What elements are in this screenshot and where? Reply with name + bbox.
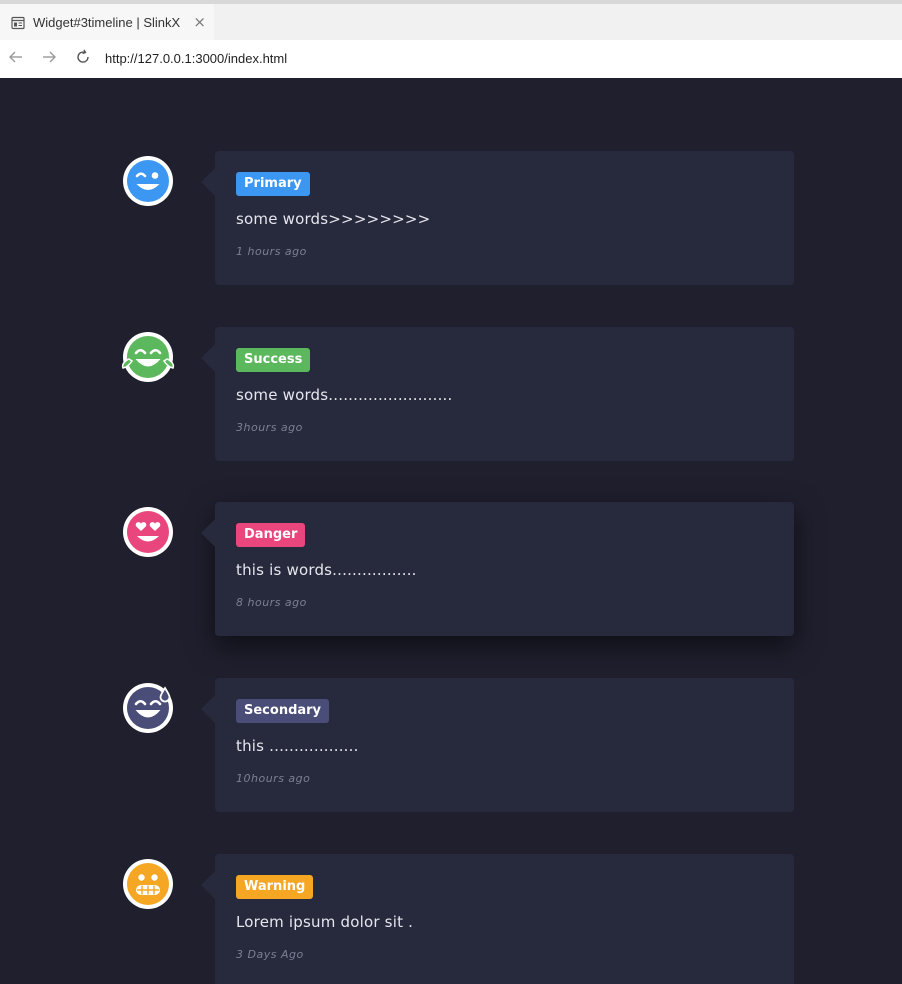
browser-chrome: Widget#3timeline | SlinkX × http://127.0… bbox=[0, 0, 902, 78]
page-icon bbox=[11, 15, 25, 30]
timeline-item: Warning Lorem ipsum dolor sit . 3 Days A… bbox=[0, 854, 902, 984]
close-tab-icon[interactable]: × bbox=[193, 13, 206, 31]
timestamp: 3hours ago bbox=[236, 421, 303, 434]
address-bar[interactable]: http://127.0.0.1:3000/index.html bbox=[105, 51, 287, 66]
timestamp: 3 Days Ago bbox=[236, 948, 304, 961]
timestamp: 1 hours ago bbox=[236, 245, 307, 258]
tab-title: Widget#3timeline | SlinkX bbox=[33, 14, 181, 30]
timeline-card: Warning Lorem ipsum dolor sit . 3 Days A… bbox=[201, 854, 794, 984]
timeline-text: some words>>>>>>>> bbox=[236, 210, 431, 228]
grinning-sweat-face-icon bbox=[123, 683, 173, 733]
status-badge: Danger bbox=[236, 523, 306, 547]
status-badge: Primary bbox=[236, 172, 310, 196]
timestamp: 8 hours ago bbox=[236, 596, 307, 609]
timeline-item: Primary some words>>>>>>>> 1 hours ago bbox=[0, 151, 902, 285]
timeline-card: Success some words......................… bbox=[201, 327, 794, 461]
timeline-text: Lorem ipsum dolor sit . bbox=[236, 913, 414, 931]
timeline-item: Danger this is words................. 8 … bbox=[0, 502, 902, 636]
status-badge: Warning bbox=[236, 875, 314, 899]
back-arrow-icon[interactable] bbox=[5, 46, 27, 68]
tab-bar: Widget#3timeline | SlinkX × bbox=[0, 4, 902, 40]
status-badge: Success bbox=[236, 348, 311, 372]
browser-tab[interactable]: Widget#3timeline | SlinkX × bbox=[0, 4, 214, 40]
timeline-item: Success some words......................… bbox=[0, 327, 902, 461]
reload-icon[interactable] bbox=[72, 46, 94, 68]
timeline-card: Primary some words>>>>>>>> 1 hours ago bbox=[201, 151, 794, 285]
grimacing-face-icon bbox=[123, 859, 173, 909]
timeline-item: Secondary this .................. 10hour… bbox=[0, 678, 902, 812]
timeline-text: this is words................. bbox=[236, 561, 417, 579]
timeline: Primary some words>>>>>>>> 1 hours ago S… bbox=[0, 78, 902, 984]
timestamp: 10hours ago bbox=[236, 772, 311, 785]
timeline-text: this .................. bbox=[236, 737, 359, 755]
winking-face-icon bbox=[123, 156, 173, 206]
heart-eyes-face-icon bbox=[123, 507, 173, 557]
tears-of-joy-face-icon bbox=[121, 332, 175, 382]
timeline-card: Danger this is words................. 8 … bbox=[201, 502, 794, 636]
navigation-bar: http://127.0.0.1:3000/index.html bbox=[0, 40, 902, 78]
status-badge: Secondary bbox=[236, 699, 330, 723]
timeline-text: some words......................... bbox=[236, 386, 453, 404]
timeline-card: Secondary this .................. 10hour… bbox=[201, 678, 794, 812]
forward-arrow-icon[interactable] bbox=[38, 46, 60, 68]
